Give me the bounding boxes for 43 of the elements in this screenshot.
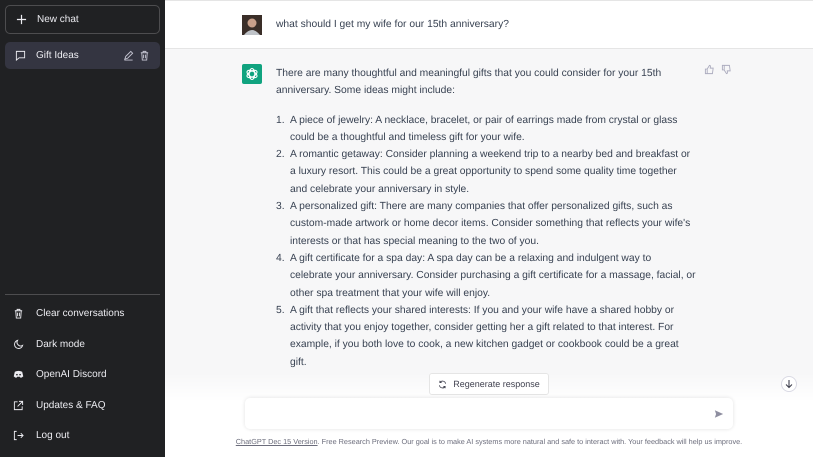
trash-icon: [13, 308, 24, 320]
message-text: There are many thoughtful and meaningful gifts that you could consider for your 15th anniversary. Some ideas might include:: [276, 67, 662, 98]
list-number: 5.: [276, 304, 286, 318]
menu-label: Clear conversations: [36, 308, 124, 320]
list-number: 3.: [276, 200, 286, 214]
menu-label: Updates & FAQ: [36, 400, 106, 411]
message-input-field[interactable]: [245, 398, 733, 429]
send-icon[interactable]: [714, 408, 724, 418]
menu-label: Dark mode: [36, 338, 85, 350]
conversation-item[interactable]: Gift Ideas: [5, 42, 160, 69]
logout-icon: [13, 430, 24, 442]
thumbs-up-icon[interactable]: [704, 64, 715, 75]
menu-item[interactable]: Updates & FAQ: [5, 390, 160, 420]
list-item-text: A romantic getaway: Consider planning a weekend trip to a nearby bed and breakfast or a luxury resort. This could be a great opportunity to spend some quality time together and celebrate your anniversary in style.: [290, 148, 692, 197]
menu-item[interactable]: Log out: [5, 420, 160, 451]
edit-icon[interactable]: [123, 50, 134, 61]
list-item-text: A piece of jewelry: A necklace, bracelet, or pair of earrings made from crystal or glass could be a thoughtful and timeless gift for your wife.: [290, 114, 678, 145]
refresh-icon: [438, 380, 448, 388]
external-link-icon: [13, 400, 24, 411]
list-number: 1.: [276, 114, 286, 128]
openai-logo-icon: [242, 64, 262, 84]
scroll-down-icon[interactable]: [781, 376, 797, 392]
list-item-text: A personalized gift: There are many companies that offer personalized gifts, such as custom-made artwork or home decor items. Consider something that reflects your wife's interests or that has special meaning to the two of you.: [290, 200, 692, 249]
plus-icon: [16, 14, 27, 25]
conversation-title: Gift Ideas: [36, 50, 80, 61]
moon-icon: [13, 338, 24, 350]
message-text: what should I get my wife for our 15th anniversary?: [276, 18, 510, 32]
thumbs-down-icon[interactable]: [721, 64, 732, 75]
list-number: 4.: [276, 252, 286, 266]
list-item-text: A gift that reflects your shared interests: If you and your wife have a shared hobby or activity that you enjoy together, consider getting her a gift related to that interest. For example, if you both love to cook, a new kitchen gadget or cookbook could be a great gift.: [290, 304, 680, 370]
regenerate-button[interactable]: Regenerate response: [429, 373, 549, 395]
menu-label: OpenAI Discord: [36, 369, 107, 380]
chat-bubble-icon: [15, 50, 26, 61]
menu-item[interactable]: OpenAI Discord: [5, 360, 160, 390]
user-avatar-icon: [242, 14, 262, 34]
list-item-text: A gift certificate for a spa day: A spa day can be a relaxing and indulgent way to celebrate your anniversary. Consider purchasing a gift certificate for a massage, facial, or other spa treatment that your wife will enjoy.: [290, 252, 696, 301]
menu-label: Log out: [36, 430, 70, 442]
discord-icon: [13, 369, 24, 380]
list-number: 2.: [276, 148, 286, 162]
new-chat-button[interactable]: New chat: [5, 5, 160, 34]
trash-icon[interactable]: [139, 50, 150, 61]
menu-item[interactable]: Dark mode: [5, 329, 160, 360]
menu-item[interactable]: Clear conversations: [5, 298, 160, 329]
